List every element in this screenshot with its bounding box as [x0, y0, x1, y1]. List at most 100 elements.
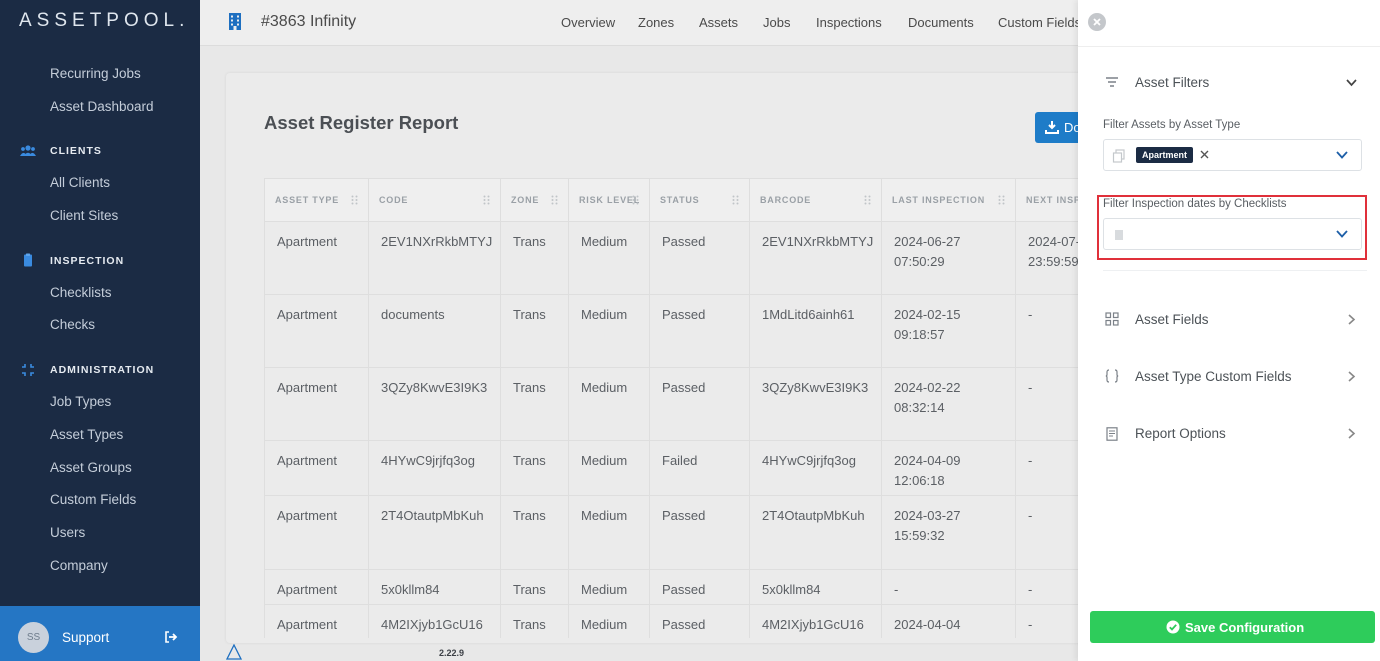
drag-handle-icon[interactable] [351, 195, 358, 205]
table-cell-line: 2024-02-22 [894, 380, 961, 395]
table-cell-text: Apartment [277, 582, 337, 597]
table-cell-line: 09:18:57 [894, 326, 945, 342]
table-cell: 3QZy8KwvE3I9K3 [749, 367, 882, 441]
chevron-right-icon[interactable] [1346, 314, 1357, 325]
report-options-row[interactable]: Report Options [1135, 426, 1226, 441]
chevron-right-icon[interactable] [1346, 371, 1357, 382]
sidebar-item-checklists[interactable]: Checklists [50, 285, 112, 300]
sidebar-item-asset-groups[interactable]: Asset Groups [50, 460, 132, 475]
sidebar-item-job-types[interactable]: Job Types [50, 394, 111, 409]
highlight-box [1097, 195, 1367, 260]
table-row[interactable]: Apartment 2T4OtautpMbKuh Trans Medium Passed… [264, 495, 1084, 570]
asset-type-custom-fields-row[interactable]: Asset Type Custom Fields [1135, 369, 1292, 384]
table-cell-line: 2024-07- [1028, 234, 1081, 249]
drag-handle-icon[interactable] [632, 195, 639, 205]
chevron-down-icon[interactable] [1336, 150, 1348, 160]
sidebar-item-all-clients[interactable]: All Clients [50, 175, 110, 190]
logout-icon[interactable] [164, 630, 178, 644]
asset-table: ASSET TYPE CODE ZONE RISK LEVEL STATUS BARCOD… [264, 178, 1084, 638]
table-cell: Trans [500, 221, 569, 295]
sidebar-item-users[interactable]: Users [50, 525, 85, 540]
table-cell-line: - [1028, 307, 1033, 322]
asset-fields-row[interactable]: Asset Fields [1135, 312, 1209, 327]
table-cell: Trans [500, 604, 569, 638]
table-cell-line: 2024-04-04 [894, 617, 961, 632]
table-cell-text: Apartment [277, 307, 337, 322]
sidebar-item-asset-types[interactable]: Asset Types [50, 427, 123, 442]
table-cell: Apartment [264, 604, 369, 638]
table-cell: Passed [649, 569, 750, 605]
assetpool-triangle-icon [226, 644, 242, 660]
table-cell: Failed [649, 440, 750, 496]
column-header[interactable]: BARCODE [749, 178, 882, 222]
table-cell: - [1015, 367, 1084, 441]
app-logo[interactable]: ASSETPOOL. [19, 10, 189, 32]
asset-table-container[interactable]: ASSET TYPE CODE ZONE RISK LEVEL STATUS BARCOD… [264, 178, 1084, 638]
tab-zones[interactable]: Zones [638, 15, 674, 30]
table-cell-text: Apartment [277, 380, 337, 395]
sidebar-item-checks[interactable]: Checks [50, 317, 95, 332]
table-cell-line: 2024-06-27 [894, 234, 961, 249]
sidebar-item-client-sites[interactable]: Client Sites [50, 208, 118, 223]
table-cell: 5x0kllm84 [368, 569, 501, 605]
table-cell-text: Passed [662, 380, 706, 395]
column-header[interactable]: CODE [368, 178, 501, 222]
table-cell: Medium [568, 440, 650, 496]
sidebar-item-company[interactable]: Company [50, 558, 108, 573]
table-cell-text: Passed [662, 234, 706, 249]
sidebar-item-asset-dashboard[interactable]: Asset Dashboard [50, 99, 154, 114]
table-cell-text: Medium [581, 307, 628, 322]
column-header[interactable]: RISK LEVEL [568, 178, 650, 222]
table-cell-text: Medium [581, 508, 628, 523]
column-header[interactable]: STATUS [649, 178, 750, 222]
tab-assets[interactable]: Assets [699, 15, 738, 30]
table-cell: Medium [568, 495, 650, 570]
column-header-label: ASSET TYPE [275, 195, 340, 205]
drag-handle-icon[interactable] [483, 195, 490, 205]
tab-documents[interactable]: Documents [908, 15, 974, 30]
table-row[interactable]: Apartment 5x0kllm84 Trans Medium Passed 5x0kl… [264, 569, 1084, 605]
table-cell-text: Trans [513, 453, 546, 468]
table-cell: 1MdLitd6ainh61 [749, 294, 882, 368]
chevron-right-icon[interactable] [1346, 428, 1357, 439]
table-cell: - [1015, 569, 1084, 605]
column-header-label: NEXT INSPECTION [1026, 195, 1084, 205]
chevron-down-icon[interactable] [1346, 77, 1357, 88]
table-row[interactable]: Apartment 3QZy8KwvE3I9K3 Trans Medium Passed… [264, 367, 1084, 441]
table-row[interactable]: Apartment 2EV1NXrRkbMTYJ Trans Medium Passed… [264, 221, 1084, 295]
table-cell-text: Apartment [277, 617, 337, 632]
sidebar-item-custom-fields[interactable]: Custom Fields [50, 492, 136, 507]
column-header[interactable]: ZONE [500, 178, 569, 222]
table-cell: - [1015, 604, 1084, 638]
report-icon [1106, 427, 1118, 441]
tab-overview[interactable]: Overview [561, 15, 615, 30]
panel-divider [1078, 46, 1380, 47]
sidebar-item-recurring-jobs[interactable]: Recurring Jobs [50, 66, 141, 81]
table-cell-text: Medium [581, 453, 628, 468]
table-cell-line: - [1028, 582, 1033, 597]
remove-tag-icon[interactable] [1199, 149, 1210, 160]
column-header[interactable]: ASSET TYPE [264, 178, 369, 222]
drag-handle-icon[interactable] [732, 195, 739, 205]
drag-handle-icon[interactable] [551, 195, 558, 205]
table-row[interactable]: Apartment 4HYwC9jrjfq3og Trans Medium Failed… [264, 440, 1084, 496]
table-cell-text: Passed [662, 307, 706, 322]
tab-custom-fields[interactable]: Custom Fields [998, 15, 1081, 30]
table-row[interactable]: Apartment documents Trans Medium Passed 1MdLi… [264, 294, 1084, 368]
drag-handle-icon[interactable] [998, 195, 1005, 205]
drag-handle-icon[interactable] [864, 195, 871, 205]
save-configuration-label: Save Configuration [1185, 620, 1305, 635]
tab-jobs[interactable]: Jobs [763, 15, 790, 30]
column-header[interactable]: LAST INSPECTION [881, 178, 1016, 222]
table-cell-text: Trans [513, 508, 546, 523]
table-cell-line: 08:32:14 [894, 399, 945, 415]
avatar[interactable]: SS [18, 622, 49, 653]
user-name[interactable]: Support [62, 630, 109, 645]
table-row[interactable]: Apartment 4M2IXjyb1GcU16 Trans Medium Passed… [264, 604, 1084, 638]
close-panel-button[interactable] [1088, 13, 1106, 31]
column-header[interactable]: NEXT INSPECTION [1015, 178, 1084, 222]
table-cell: Medium [568, 221, 650, 295]
save-configuration-button[interactable]: Save Configuration [1090, 611, 1375, 643]
tab-inspections[interactable]: Inspections [816, 15, 882, 30]
asset-filters-header[interactable]: Asset Filters [1135, 75, 1209, 90]
